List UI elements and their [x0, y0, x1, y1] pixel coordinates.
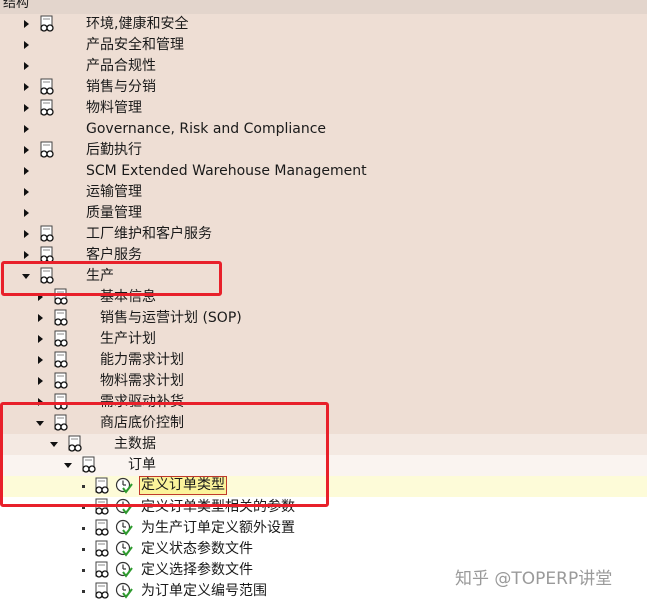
tree-node-label: 后勤执行: [86, 142, 142, 158]
tree-node-label: 物料需求计划: [100, 373, 184, 389]
leaf-bullet: [82, 569, 85, 572]
config-glasses-icon: [38, 15, 56, 33]
expand-arrow-icon[interactable]: [24, 230, 29, 238]
expand-arrow-icon[interactable]: [24, 62, 29, 70]
config-glasses-icon[interactable]: [93, 519, 111, 537]
tree-node-label: 物料管理: [86, 100, 142, 116]
expand-arrow-icon[interactable]: [24, 209, 29, 217]
config-glasses-icon: [52, 351, 70, 369]
structure-header-title: 结构: [3, 0, 30, 11]
tree-node-capacity-planning[interactable]: 能力需求计划: [0, 350, 647, 371]
expand-arrow-icon[interactable]: [24, 125, 29, 133]
tree-node-label: 环境,健康和安全: [86, 16, 189, 32]
tree-node-ehs[interactable]: 环境,健康和安全: [0, 14, 647, 35]
tree-node-label: SCM Extended Warehouse Management: [86, 163, 367, 179]
leaf-bullet: [82, 548, 85, 551]
tree-node-product-safety[interactable]: 产品安全和管理: [0, 35, 647, 56]
tree-node-plant-maintenance[interactable]: 工厂维护和客户服务: [0, 224, 647, 245]
config-glasses-icon: [52, 309, 70, 327]
tree-node-label: 生产计划: [100, 331, 156, 347]
tree-node-label: 运输管理: [86, 184, 142, 200]
tree-node-label: 销售与运营计划 (SOP): [100, 310, 242, 326]
leaf-bullet: [82, 527, 85, 530]
tree-node-grc[interactable]: Governance, Risk and Compliance: [0, 119, 647, 140]
tree-activity-status-profiles[interactable]: 定义状态参数文件: [0, 539, 647, 560]
tree-node-label: 为生产订单定义额外设置: [141, 520, 295, 536]
expand-arrow-icon[interactable]: [24, 104, 29, 112]
expand-arrow-icon[interactable]: [24, 83, 29, 91]
tree-node-sop[interactable]: 销售与运营计划 (SOP): [0, 308, 647, 329]
tree-node-label: Governance, Risk and Compliance: [86, 121, 327, 137]
tree-node-product-compliance[interactable]: 产品合规性: [0, 56, 647, 77]
expand-arrow-icon[interactable]: [24, 41, 29, 49]
tree-node-label: 质量管理: [86, 205, 142, 221]
tree-node-sales-distribution[interactable]: 销售与分销: [0, 77, 647, 98]
tree-node-quality[interactable]: 质量管理: [0, 203, 647, 224]
tree-node-label: 产品合规性: [86, 58, 156, 74]
clock-execute-icon[interactable]: [115, 561, 133, 579]
config-glasses-icon: [38, 225, 56, 243]
config-glasses-icon[interactable]: [93, 561, 111, 579]
tree-node-label: 定义选择参数文件: [141, 562, 253, 578]
expand-arrow-icon[interactable]: [38, 314, 43, 322]
expand-arrow-icon[interactable]: [38, 335, 43, 343]
config-glasses-icon: [38, 78, 56, 96]
tree-node-label: 能力需求计划: [100, 352, 184, 368]
tree-node-label: 定义状态参数文件: [141, 541, 253, 557]
expand-arrow-icon[interactable]: [38, 356, 43, 364]
highlight-box-production: [1, 261, 222, 296]
config-glasses-icon[interactable]: [93, 540, 111, 558]
clock-execute-icon[interactable]: [115, 519, 133, 537]
config-glasses-icon: [52, 372, 70, 390]
leaf-bullet: [82, 590, 85, 593]
tree-node-label: 产品安全和管理: [86, 37, 184, 53]
config-glasses-icon: [38, 99, 56, 117]
structure-header: 结构: [0, 0, 647, 15]
expand-arrow-icon[interactable]: [24, 251, 29, 259]
clock-execute-icon[interactable]: [115, 582, 133, 600]
tree-node-mrp[interactable]: 物料需求计划: [0, 371, 647, 392]
tree-node-materials-mgmt[interactable]: 物料管理: [0, 98, 647, 119]
highlight-box-orders: [0, 402, 329, 507]
tree-node-label: 工厂维护和客户服务: [86, 226, 212, 242]
tree-node-production-planning[interactable]: 生产计划: [0, 329, 647, 350]
expand-arrow-icon[interactable]: [24, 188, 29, 196]
tree-node-logistics-execution[interactable]: 后勤执行: [0, 140, 647, 161]
expand-arrow-icon[interactable]: [24, 146, 29, 154]
config-glasses-icon: [52, 330, 70, 348]
expand-arrow-icon[interactable]: [24, 20, 29, 28]
expand-arrow-icon[interactable]: [38, 377, 43, 385]
clock-execute-icon[interactable]: [115, 540, 133, 558]
tree-node-ewm[interactable]: SCM Extended Warehouse Management: [0, 161, 647, 182]
expand-arrow-icon[interactable]: [24, 167, 29, 175]
watermark-text: 知乎 @TOPERP讲堂: [455, 569, 613, 589]
tree-node-label: 为订单定义编号范围: [141, 583, 267, 599]
img-structure-tree: 环境,健康和安全 产品安全和管理 产品合规性 销售与分销 物料管理 Govern…: [0, 14, 647, 604]
tree-activity-additional-settings[interactable]: 为生产订单定义额外设置: [0, 518, 647, 539]
config-glasses-icon: [38, 141, 56, 159]
tree-node-transportation[interactable]: 运输管理: [0, 182, 647, 203]
tree-node-label: 销售与分销: [86, 79, 156, 95]
config-glasses-icon[interactable]: [93, 582, 111, 600]
